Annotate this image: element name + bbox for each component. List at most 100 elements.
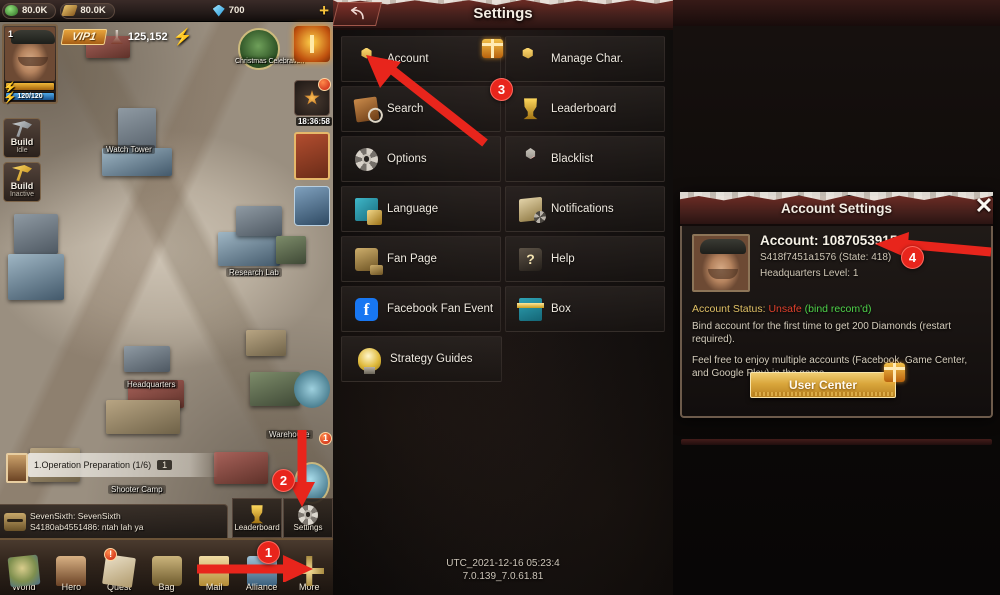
menu-item-facebook-fan-event[interactable]: Facebook Fan Event	[341, 286, 501, 332]
menu-label: Language	[387, 203, 439, 215]
map-building[interactable]	[236, 206, 282, 236]
hammer-icon	[12, 165, 32, 181]
map-building[interactable]	[276, 236, 306, 264]
resource-diamond[interactable]: 700	[211, 3, 253, 19]
nav-label: Alliance	[245, 582, 278, 592]
map-label-headquarters: Headquarters	[124, 380, 179, 389]
resource-wood-value: 80.0K	[80, 5, 106, 16]
nav-label: Bag	[158, 582, 175, 592]
leaderboard-button[interactable]: Leaderboard	[232, 498, 282, 538]
chat-line-2: S4180ab4551486: ntah lah ya	[30, 521, 144, 532]
annotation-arrow-2	[289, 430, 315, 507]
settings-header: Settings	[333, 0, 673, 30]
nav-item-world[interactable]: World	[0, 540, 48, 595]
bind-note-text: Bind account for the first time to get 2…	[692, 321, 952, 345]
quest-count: 1	[157, 460, 173, 470]
oil-icon	[5, 5, 18, 16]
quest-text: 1.Operation Preparation (1/6)	[34, 460, 152, 470]
menu-item-language[interactable]: Language	[341, 186, 501, 232]
account-settings-dialog: Account Settings ✕ Account: 1087053915 S…	[680, 195, 993, 418]
menu-label: Facebook Fan Event	[387, 303, 494, 315]
map-label-research-lab: Research Lab	[226, 268, 282, 277]
energy-value: 120/120	[17, 93, 43, 100]
resource-wood[interactable]: 80.0K	[60, 2, 115, 19]
menu-item-notifications[interactable]: Notifications	[505, 186, 665, 232]
build-state: Inactive	[9, 191, 35, 198]
menu-item-fan-page[interactable]: Fan Page	[341, 236, 501, 282]
version-line-1: UTC_2021-12-16 05:23:4	[446, 558, 560, 569]
vip-badge[interactable]: VIP1	[60, 29, 108, 45]
map-building[interactable]	[246, 330, 286, 356]
map-action-icon[interactable]	[294, 370, 330, 408]
lightning-icon: ⚡	[172, 29, 193, 46]
menu-label: Leaderboard	[551, 103, 617, 115]
christmas-event-label: Christmas Celebration	[235, 58, 305, 65]
trophy-icon	[523, 98, 538, 120]
quest-portrait[interactable]	[6, 453, 28, 483]
map-building-warehouse[interactable]	[250, 372, 300, 406]
resource-oil[interactable]: 80.0K	[2, 2, 57, 19]
annotation-arrow-1	[197, 555, 313, 582]
map-building[interactable]	[106, 400, 180, 434]
game-map-screen: Watch Tower Research Lab Headquarters Wa…	[0, 0, 333, 595]
dialog-header: Account Settings ✕	[680, 195, 993, 226]
event-card-icon[interactable]	[294, 132, 330, 180]
map-building-headquarters[interactable]	[124, 346, 170, 372]
menu-label: Manage Char.	[551, 53, 624, 65]
resource-diamond-value: 700	[228, 5, 245, 16]
notification-badge: 1	[319, 432, 332, 445]
annotation-number-1: 1	[257, 541, 280, 564]
menu-item-box[interactable]: Box	[505, 286, 665, 332]
user-center-gift-icon[interactable]	[884, 363, 905, 382]
settings-row: Fan Page Help	[341, 236, 665, 282]
menu-item-blacklist[interactable]: Blacklist	[505, 136, 665, 182]
account-hq-text: Headquarters Level: 1	[760, 268, 859, 279]
menu-item-leaderboard[interactable]: Leaderboard	[505, 86, 665, 132]
chat-box[interactable]: SevenSixth: SevenSixth S4180ab4551486: n…	[0, 504, 228, 538]
gift-event-icon[interactable]	[294, 26, 330, 62]
trophy-icon	[251, 505, 263, 524]
map-building[interactable]	[8, 254, 64, 300]
event-timer: 18:36:58	[295, 117, 332, 126]
settings-row: Facebook Fan Event Box	[341, 286, 665, 332]
gear-icon	[355, 147, 378, 171]
hammer-icon	[12, 121, 32, 137]
version-line-2: 7.0.139_7.0.61.81	[462, 571, 544, 582]
settings-title: Settings	[473, 5, 533, 22]
map-label-watch-tower: Watch Tower	[103, 145, 155, 154]
avatar: 1	[5, 27, 55, 81]
add-resource-button[interactable]: +	[319, 2, 329, 19]
build-idle-button[interactable]: Build Idle	[3, 118, 41, 158]
nav-item-hero[interactable]: Hero	[48, 540, 96, 595]
bolt-icon: ⚡	[3, 92, 17, 104]
event-icon[interactable]	[294, 186, 330, 226]
wood-icon	[61, 5, 79, 16]
nav-item-bag[interactable]: Bag	[143, 540, 191, 595]
quest-banner[interactable]: 1.Operation Preparation (1/6) 1	[28, 453, 218, 477]
menu-label: Strategy Guides	[390, 353, 473, 365]
map-building[interactable]	[14, 214, 58, 254]
resource-bar: 80.0K 80.0K 700 +	[0, 0, 333, 22]
menu-label: Notifications	[551, 203, 614, 215]
power-icon	[110, 30, 123, 44]
map-building[interactable]	[214, 452, 268, 484]
menu-label: Options	[387, 153, 427, 165]
build-inactive-button[interactable]: Build Inactive	[3, 162, 41, 202]
annotation-arrow-4	[875, 232, 992, 258]
close-icon[interactable]: ✕	[971, 193, 997, 219]
nav-item-quest[interactable]: ! Quest	[95, 540, 143, 595]
menu-item-help[interactable]: Help	[505, 236, 665, 282]
menu-item-strategy-guides[interactable]: Strategy Guides	[341, 336, 502, 382]
status-recommend: (bind recom'd)	[804, 303, 872, 315]
menu-label: Box	[551, 303, 571, 315]
menu-empty-cell	[506, 336, 665, 382]
resource-oil-value: 80.0K	[22, 5, 48, 16]
notification-badge	[318, 78, 331, 91]
menu-label: Help	[551, 253, 575, 265]
player-avatar-panel[interactable]: 1 ⚡ ⚡ 120/120	[2, 24, 58, 104]
menu-item-manage-char[interactable]: Manage Char.	[505, 36, 665, 82]
user-center-button[interactable]: User Center	[750, 372, 896, 398]
map-building-research-lab[interactable]	[218, 232, 280, 266]
blacklist-icon	[525, 147, 536, 159]
chat-icon	[4, 512, 26, 531]
